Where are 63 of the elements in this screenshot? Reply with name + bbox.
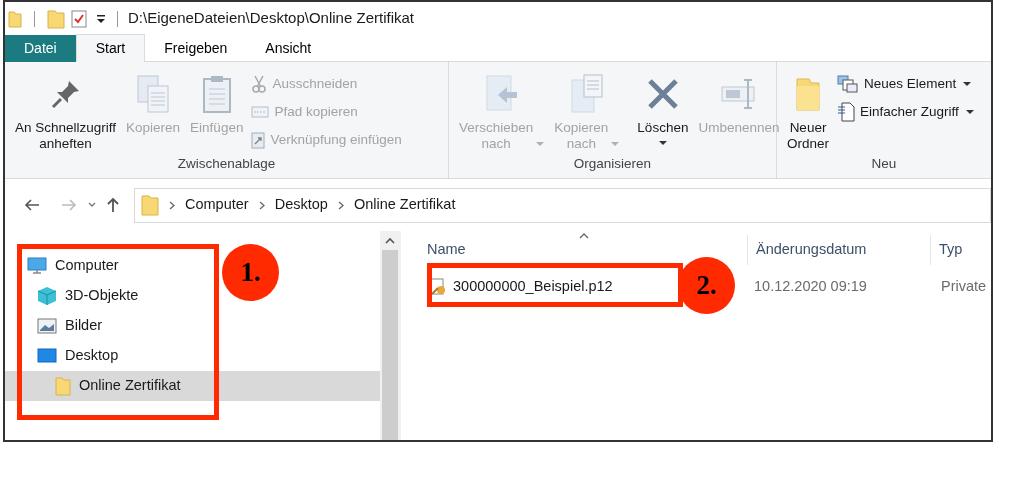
folder-icon: [8, 9, 22, 28]
breadcrumb[interactable]: Computer: [185, 194, 249, 216]
breadcrumb[interactable]: Online Zertifikat: [353, 194, 456, 216]
copy-icon: [569, 74, 604, 114]
scrollbar-thumb[interactable]: [382, 250, 399, 440]
group-label: Organisieren: [572, 154, 653, 173]
ribbon-tab[interactable]: Freigeben: [145, 35, 247, 62]
group-label: Zwischenablage: [176, 154, 277, 173]
caret-icon: [611, 142, 620, 147]
folder-icon: [47, 8, 65, 29]
file-name[interactable]: 300000000_Beispiel.p12: [425, 276, 613, 298]
ribbon-tab[interactable]: Ansicht: [246, 35, 331, 62]
tree-item[interactable]: Online Zertifikat: [5, 371, 380, 401]
close-icon: [645, 77, 680, 111]
tree-item[interactable]: Bilder: [5, 311, 107, 341]
caret-icon: [658, 141, 667, 146]
caret-icon: [536, 142, 545, 147]
forward-arrow-icon: [61, 198, 77, 212]
tree-item[interactable]: Computer: [5, 251, 123, 281]
group-label: Neu: [870, 154, 898, 173]
checkmark-icon: [71, 9, 87, 28]
window-title: D:\EigeneDateien\Desktop\Online Zertifikat: [128, 8, 414, 29]
breadcrumb[interactable]: Desktop: [274, 194, 328, 216]
dropdown-icon: [95, 13, 107, 24]
clipboard-icon: [201, 74, 232, 114]
up-arrow-icon: [106, 197, 120, 213]
ribbon-button[interactable]: An Schnellzugriff anheften: [13, 72, 119, 152]
folder-icon: [141, 194, 159, 216]
chevron-icon: [258, 200, 265, 210]
ribbon-tab[interactable]: Datei: [5, 35, 76, 62]
chevron-down-icon: [88, 202, 96, 208]
chevron-icon: [169, 200, 175, 210]
sort-ascending-icon: [579, 233, 589, 239]
column-header[interactable]: Änderungsdatum: [748, 235, 931, 265]
ribbon-button[interactable]: Neues Element: [837, 72, 974, 96]
ribbon-tab[interactable]: Start: [75, 34, 146, 62]
table-cell-text: 10.12.2020 09:19: [753, 277, 867, 297]
caret-icon: [963, 81, 972, 87]
shortcut-icon: [251, 131, 266, 149]
ribbon-button[interactable]: Einfacher Zugriff: [837, 100, 974, 124]
monitor-icon: [27, 257, 47, 275]
cube-icon: [37, 286, 57, 306]
address-field[interactable]: Computer Desktop Online Zertifikat: [134, 187, 991, 223]
caret-icon: [965, 109, 974, 115]
tree-item[interactable]: 3D-Objekte: [5, 281, 143, 311]
ribbon-button[interactable]: Neuer Ordner: [785, 72, 832, 152]
step-badge: 1.: [222, 244, 279, 301]
table-cell-text: Private: [940, 277, 987, 297]
copy-icon: [136, 74, 171, 114]
folder-icon: [55, 376, 71, 396]
desktop-icon: [37, 348, 57, 364]
column-header[interactable]: Typ: [931, 235, 991, 265]
ribbon-button[interactable]: Löschen: [635, 72, 691, 146]
scrollbar[interactable]: [379, 231, 401, 440]
scroll-up-icon[interactable]: [385, 237, 396, 244]
back-arrow-icon: [24, 198, 40, 212]
chevron-icon: [337, 200, 344, 210]
tree-item[interactable]: Desktop: [5, 341, 123, 371]
move-icon: [484, 74, 519, 114]
image-icon: [37, 318, 57, 334]
scissors-icon: [251, 75, 268, 93]
folder-icon: [795, 76, 821, 112]
rename-icon: [719, 77, 758, 111]
